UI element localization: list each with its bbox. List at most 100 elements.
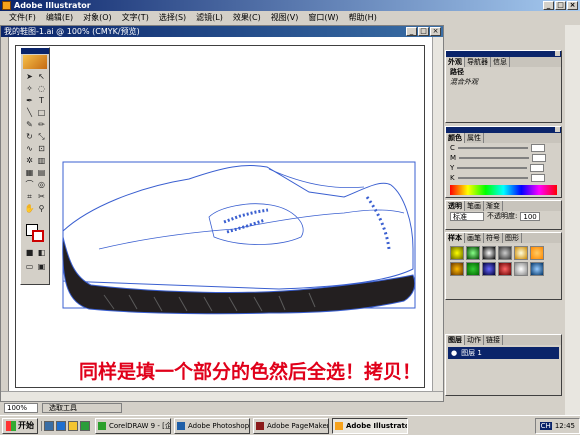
shoe-artwork[interactable]: [9, 37, 433, 392]
brush-icon[interactable]: ✎: [24, 120, 35, 130]
artboard-canvas[interactable]: 同样是填一个部分的色然后全选！拷贝！: [9, 37, 433, 392]
symbol-swatch[interactable]: [498, 262, 512, 276]
symbol-swatch[interactable]: [530, 246, 544, 260]
task-pagemaker[interactable]: Adobe PageMaker 6.5...: [253, 417, 329, 434]
mesh-icon[interactable]: ▦: [24, 168, 35, 178]
symbol-swatch[interactable]: [514, 246, 528, 260]
ime-indicator[interactable]: CH: [539, 421, 552, 430]
menu-edit[interactable]: 编辑(E): [41, 12, 78, 23]
menu-object[interactable]: 对象(O): [78, 12, 117, 23]
eyedropper-icon[interactable]: ⌒: [24, 180, 35, 190]
zoom-level-field[interactable]: 100%: [4, 403, 38, 413]
menu-help[interactable]: 帮助(H): [344, 12, 382, 23]
pen-icon[interactable]: ✒: [24, 96, 35, 106]
symbol-swatch[interactable]: [498, 246, 512, 260]
task-coreldraw[interactable]: CorelDRAW 9 - [企业...: [95, 417, 171, 434]
maximize-button[interactable]: □: [555, 1, 566, 10]
menu-filter[interactable]: 滤镜(L): [191, 12, 228, 23]
screen-mode-icon[interactable]: ▭: [24, 262, 35, 272]
panel-close-icon[interactable]: [555, 51, 560, 56]
pencil-icon[interactable]: ✏: [36, 120, 47, 130]
symbol-swatch[interactable]: [514, 262, 528, 276]
yellow-value-field[interactable]: [530, 164, 545, 172]
opacity-field[interactable]: 100: [520, 211, 541, 221]
menu-file[interactable]: 文件(F): [4, 12, 41, 23]
symbol-swatch[interactable]: [482, 246, 496, 260]
selection-arrow-icon[interactable]: ➤: [24, 72, 35, 82]
tab-transparency[interactable]: 透明: [446, 201, 465, 211]
tab-navigator[interactable]: 导航器: [465, 57, 491, 67]
zoom-icon[interactable]: ⚲: [36, 204, 47, 214]
gradient-icon[interactable]: ▤: [36, 168, 47, 178]
warp-icon[interactable]: ∿: [24, 144, 35, 154]
menu-type[interactable]: 文字(T): [117, 12, 154, 23]
cyan-value-field[interactable]: [530, 144, 545, 152]
type-icon[interactable]: T: [36, 96, 47, 106]
horizontal-scrollbar[interactable]: [1, 391, 443, 401]
current-tool-status[interactable]: 选取工具: [42, 403, 122, 413]
symbol-sprayer-icon[interactable]: ✲: [24, 156, 35, 166]
color-mode-icon[interactable]: ■: [24, 248, 35, 258]
rectangle-icon[interactable]: □: [36, 108, 47, 118]
tab-symbols[interactable]: 符号: [484, 233, 503, 243]
lasso-icon[interactable]: ◌: [36, 84, 47, 94]
gradient-mode-icon[interactable]: ◧: [36, 248, 47, 258]
symbol-swatch[interactable]: [530, 262, 544, 276]
tab-layers[interactable]: 图层: [446, 335, 465, 345]
blend-icon[interactable]: ◎: [36, 180, 47, 190]
menu-select[interactable]: 选择(S): [154, 12, 191, 23]
clock[interactable]: 12:45: [555, 422, 575, 430]
stroke-color-swatch[interactable]: [32, 230, 44, 242]
appearance-mixed-row[interactable]: 混合外观: [446, 77, 561, 87]
minimize-button[interactable]: _: [543, 1, 554, 10]
tab-gradient[interactable]: 渐变: [484, 201, 503, 211]
tab-graphic-styles[interactable]: 图形: [503, 233, 522, 243]
task-illustrator[interactable]: Adobe Illustrator: [332, 417, 408, 434]
menu-window[interactable]: 窗口(W): [303, 12, 343, 23]
tab-stroke[interactable]: 笔画: [465, 201, 484, 211]
tab-info[interactable]: 信息: [491, 57, 510, 67]
layer-row[interactable]: ● 图层 1: [448, 347, 559, 359]
slice-icon[interactable]: ⌗: [24, 192, 35, 202]
black-slider[interactable]: K: [446, 173, 561, 183]
full-screen-mode-icon[interactable]: ▣: [36, 262, 47, 272]
cyan-slider[interactable]: C: [446, 143, 561, 153]
magenta-slider[interactable]: M: [446, 153, 561, 163]
tab-brushes[interactable]: 画笔: [465, 233, 484, 243]
tab-color[interactable]: 颜色: [446, 133, 465, 143]
yellow-slider[interactable]: Y: [446, 163, 561, 173]
panel-close-icon[interactable]: [555, 127, 560, 132]
symbol-swatch[interactable]: [450, 246, 464, 260]
magenta-value-field[interactable]: [532, 154, 547, 162]
desktop-icon[interactable]: [44, 420, 54, 431]
appearance-panel-header[interactable]: [446, 51, 561, 57]
start-button[interactable]: 开始: [2, 417, 38, 434]
doc-close-button[interactable]: ×: [430, 27, 441, 36]
layer-name[interactable]: 图层 1: [461, 348, 482, 358]
doc-minimize-button[interactable]: _: [406, 27, 417, 36]
blend-mode-select[interactable]: 标准: [450, 211, 484, 221]
folder-icon[interactable]: [68, 420, 78, 431]
doc-maximize-button[interactable]: □: [418, 27, 429, 36]
symbol-swatch[interactable]: [466, 262, 480, 276]
scale-icon[interactable]: ⤡: [36, 132, 47, 142]
color-spectrum-bar[interactable]: [450, 185, 557, 195]
graph-icon[interactable]: ▥: [36, 156, 47, 166]
shoe-upper-path[interactable]: [62, 165, 414, 290]
color-panel-header[interactable]: [446, 127, 561, 133]
app-icon[interactable]: [80, 420, 90, 431]
tab-attributes[interactable]: 属性: [465, 133, 484, 143]
vertical-scrollbar[interactable]: [432, 37, 443, 392]
free-transform-icon[interactable]: ⊡: [36, 144, 47, 154]
task-photoshop[interactable]: Adobe Photoshop: [174, 417, 250, 434]
direct-select-icon[interactable]: ↖: [36, 72, 47, 82]
black-value-field[interactable]: [530, 174, 545, 182]
desktop-scrollbar[interactable]: [565, 25, 580, 415]
menu-view[interactable]: 视图(V): [266, 12, 304, 23]
tab-swatches[interactable]: 样本: [446, 233, 465, 243]
magic-wand-icon[interactable]: ✧: [24, 84, 35, 94]
line-icon[interactable]: ╲: [24, 108, 35, 118]
rotate-icon[interactable]: ↻: [24, 132, 35, 142]
tab-appearance[interactable]: 外观: [446, 57, 465, 67]
tab-actions[interactable]: 动作: [465, 335, 484, 345]
